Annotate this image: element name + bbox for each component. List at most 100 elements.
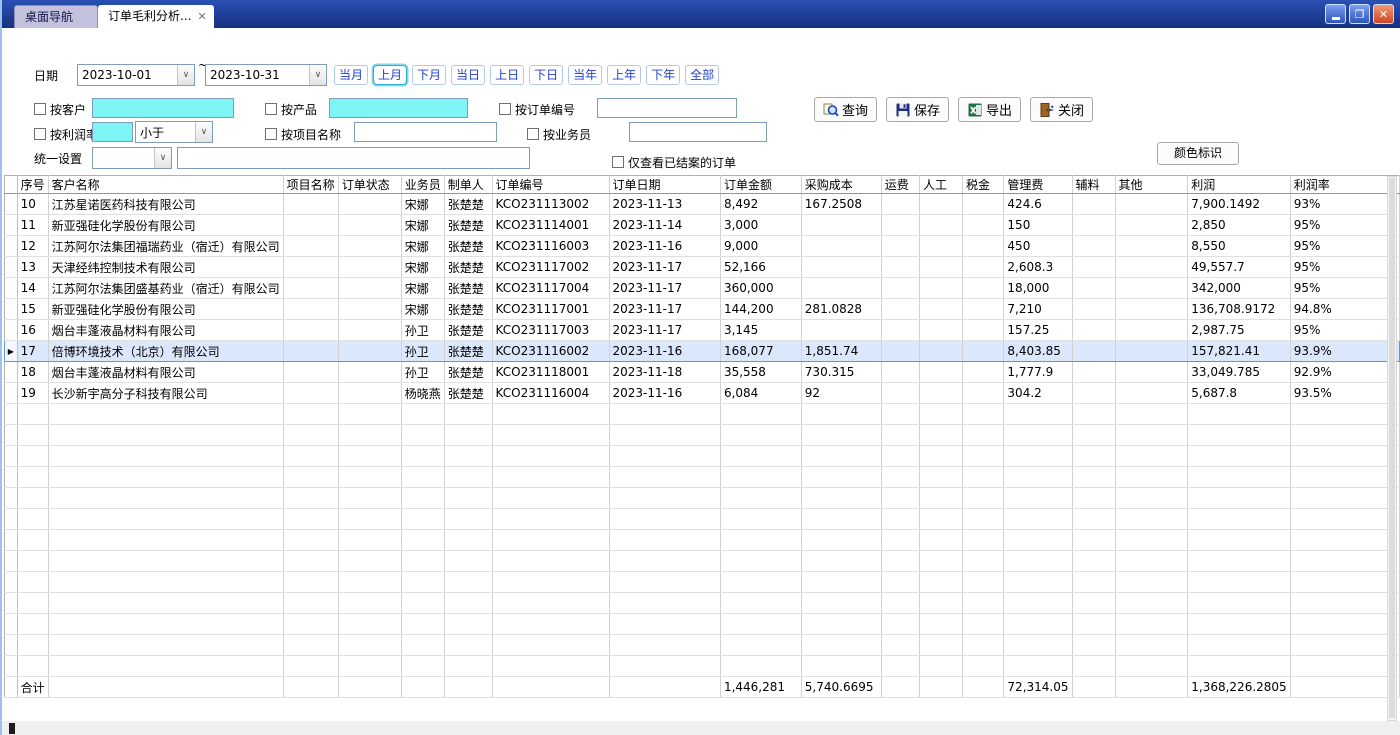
cell-order_no <box>492 656 609 677</box>
empty-grid-row[interactable] <box>5 467 1400 488</box>
quick-range-button[interactable]: 下日 <box>529 65 563 85</box>
tab-close-icon[interactable]: ✕ <box>197 11 206 22</box>
chevron-down-icon[interactable]: ∨ <box>309 65 326 85</box>
table-row[interactable]: 18烟台丰蓬液晶材料有限公司孙卫张楚楚KCO2311180012023-11-1… <box>5 362 1400 383</box>
table-row[interactable]: 13天津经纬控制技术有限公司宋娜张楚楚KCO2311170022023-11-1… <box>5 257 1400 278</box>
by-project-checkbox[interactable] <box>265 128 277 140</box>
table-row[interactable]: 15新亚强硅化学股份有限公司宋娜张楚楚KCO2311170012023-11-1… <box>5 299 1400 320</box>
query-button[interactable]: 查询 <box>814 97 877 122</box>
column-header-seq[interactable]: 序号 <box>17 176 48 194</box>
chevron-down-icon[interactable]: ∨ <box>177 65 194 85</box>
cell-salesman <box>401 530 444 551</box>
unified-setting-input[interactable] <box>177 147 530 169</box>
date-to-combo[interactable]: 2023-10-31 ∨ <box>205 64 327 86</box>
cell-aux <box>1072 635 1115 656</box>
table-row[interactable]: 12江苏阿尔法集团福瑞药业（宿迁）有限公司宋娜张楚楚KCO23111600320… <box>5 236 1400 257</box>
quick-range-button[interactable]: 下月 <box>412 65 446 85</box>
empty-grid-row[interactable] <box>5 656 1400 677</box>
export-button[interactable]: 导出 <box>958 97 1021 122</box>
quick-range-button[interactable]: 下年 <box>646 65 680 85</box>
empty-grid-row[interactable] <box>5 509 1400 530</box>
quick-range-button[interactable]: 上年 <box>607 65 641 85</box>
vertical-scrollbar-thumb[interactable] <box>1389 178 1395 718</box>
empty-grid-row[interactable] <box>5 488 1400 509</box>
filter-by-project[interactable]: 按项目名称 <box>265 124 341 144</box>
table-row[interactable]: 16烟台丰蓬液晶材料有限公司孙卫张楚楚KCO2311170032023-11-1… <box>5 320 1400 341</box>
column-header-status[interactable]: 订单状态 <box>338 176 401 194</box>
column-header-cost[interactable]: 采购成本 <box>801 176 881 194</box>
empty-grid-row[interactable] <box>5 446 1400 467</box>
tab-order-profit-analysis[interactable]: 订单毛利分析... ✕ <box>98 5 214 28</box>
chevron-down-icon[interactable]: ∨ <box>195 122 212 142</box>
chevron-down-icon[interactable]: ∨ <box>154 148 171 168</box>
horizontal-scrollbar-thumb[interactable] <box>9 723 15 734</box>
column-header-other[interactable]: 其他 <box>1115 176 1188 194</box>
by-margin-checkbox[interactable] <box>34 128 46 140</box>
quick-range-button[interactable]: 当月 <box>334 65 368 85</box>
column-header-profit[interactable]: 利润 <box>1188 176 1290 194</box>
filter-by-margin[interactable]: 按利润率 <box>34 124 98 144</box>
column-header-mgmt_fee[interactable]: 管理费 <box>1004 176 1072 194</box>
date-from-combo[interactable]: 2023-10-01 ∨ <box>77 64 195 86</box>
empty-grid-row[interactable] <box>5 425 1400 446</box>
empty-grid-row[interactable] <box>5 530 1400 551</box>
by-product-checkbox[interactable] <box>265 103 277 115</box>
filter-only-closed[interactable]: 仅查看已结案的订单 <box>612 152 736 172</box>
column-header-freight[interactable]: 运费 <box>881 176 919 194</box>
quick-range-button[interactable]: 上月 <box>373 65 407 85</box>
close-form-button[interactable]: 关闭 <box>1030 97 1093 122</box>
minimize-button[interactable] <box>1325 4 1346 24</box>
table-row[interactable]: 11新亚强硅化学股份有限公司宋娜张楚楚KCO2311140012023-11-1… <box>5 215 1400 236</box>
close-button[interactable]: ✕ <box>1373 4 1394 24</box>
horizontal-scrollbar[interactable] <box>2 721 1400 735</box>
empty-grid-row[interactable] <box>5 593 1400 614</box>
table-row[interactable]: 10江苏星诺医药科技有限公司宋娜张楚楚KCO2311130022023-11-1… <box>5 194 1400 215</box>
empty-grid-row[interactable] <box>5 404 1400 425</box>
by-order-no-checkbox[interactable] <box>499 103 511 115</box>
table-row[interactable]: ▶17倍博环境技术（北京）有限公司孙卫张楚楚KCO2311160022023-1… <box>5 341 1400 362</box>
empty-grid-row[interactable] <box>5 635 1400 656</box>
color-mark-button[interactable]: 颜色标识 <box>1157 142 1239 165</box>
by-customer-checkbox[interactable] <box>34 103 46 115</box>
column-header-maker[interactable]: 制单人 <box>444 176 492 194</box>
quick-range-button[interactable]: 全部 <box>685 65 719 85</box>
column-header-amount[interactable]: 订单金额 <box>720 176 801 194</box>
margin-value-input[interactable] <box>92 122 133 142</box>
save-button[interactable]: 保存 <box>886 97 949 122</box>
column-header-customer[interactable]: 客户名称 <box>48 176 283 194</box>
empty-grid-row[interactable] <box>5 614 1400 635</box>
column-header-tax[interactable]: 税金 <box>963 176 1004 194</box>
cell-freight <box>881 572 919 593</box>
empty-grid-row[interactable] <box>5 551 1400 572</box>
filter-by-salesman[interactable]: 按业务员 <box>527 124 591 144</box>
column-header-salesman[interactable]: 业务员 <box>401 176 444 194</box>
column-header-order_date[interactable]: 订单日期 <box>609 176 720 194</box>
table-row[interactable]: 19长沙新宇高分子科技有限公司杨晓燕张楚楚KCO2311160042023-11… <box>5 383 1400 404</box>
filter-by-product[interactable]: 按产品 <box>265 99 317 119</box>
tab-desktop-nav[interactable]: 桌面导航 <box>14 5 98 28</box>
project-name-input[interactable] <box>354 122 497 142</box>
column-header-project[interactable]: 项目名称 <box>283 176 338 194</box>
column-header-margin[interactable]: 利润率 <box>1290 176 1399 194</box>
column-header-aux[interactable]: 辅料 <box>1072 176 1115 194</box>
by-salesman-checkbox[interactable] <box>527 128 539 140</box>
customer-input[interactable] <box>92 98 234 118</box>
salesman-input[interactable] <box>629 122 767 142</box>
vertical-scrollbar[interactable] <box>1387 176 1397 721</box>
quick-range-button[interactable]: 当年 <box>568 65 602 85</box>
column-header-labor[interactable]: 人工 <box>919 176 962 194</box>
filter-by-order-no[interactable]: 按订单编号 <box>499 99 575 119</box>
table-row[interactable]: 14江苏阿尔法集团盛基药业（宿迁）有限公司宋娜张楚楚KCO23111700420… <box>5 278 1400 299</box>
empty-grid-row[interactable] <box>5 572 1400 593</box>
quick-range-button[interactable]: 当日 <box>451 65 485 85</box>
filter-by-customer[interactable]: 按客户 <box>34 99 86 119</box>
restore-button[interactable]: ❐ <box>1349 4 1370 24</box>
margin-operator-select[interactable]: 小于 ∨ <box>135 121 213 143</box>
quick-range-button[interactable]: 上日 <box>490 65 524 85</box>
order-no-input[interactable] <box>597 98 737 118</box>
column-header-order_no[interactable]: 订单编号 <box>492 176 609 194</box>
unified-setting-select[interactable]: ∨ <box>92 147 172 169</box>
only-closed-checkbox[interactable] <box>612 156 624 168</box>
product-input[interactable] <box>329 98 468 118</box>
cell-mgmt_fee <box>1004 446 1072 467</box>
